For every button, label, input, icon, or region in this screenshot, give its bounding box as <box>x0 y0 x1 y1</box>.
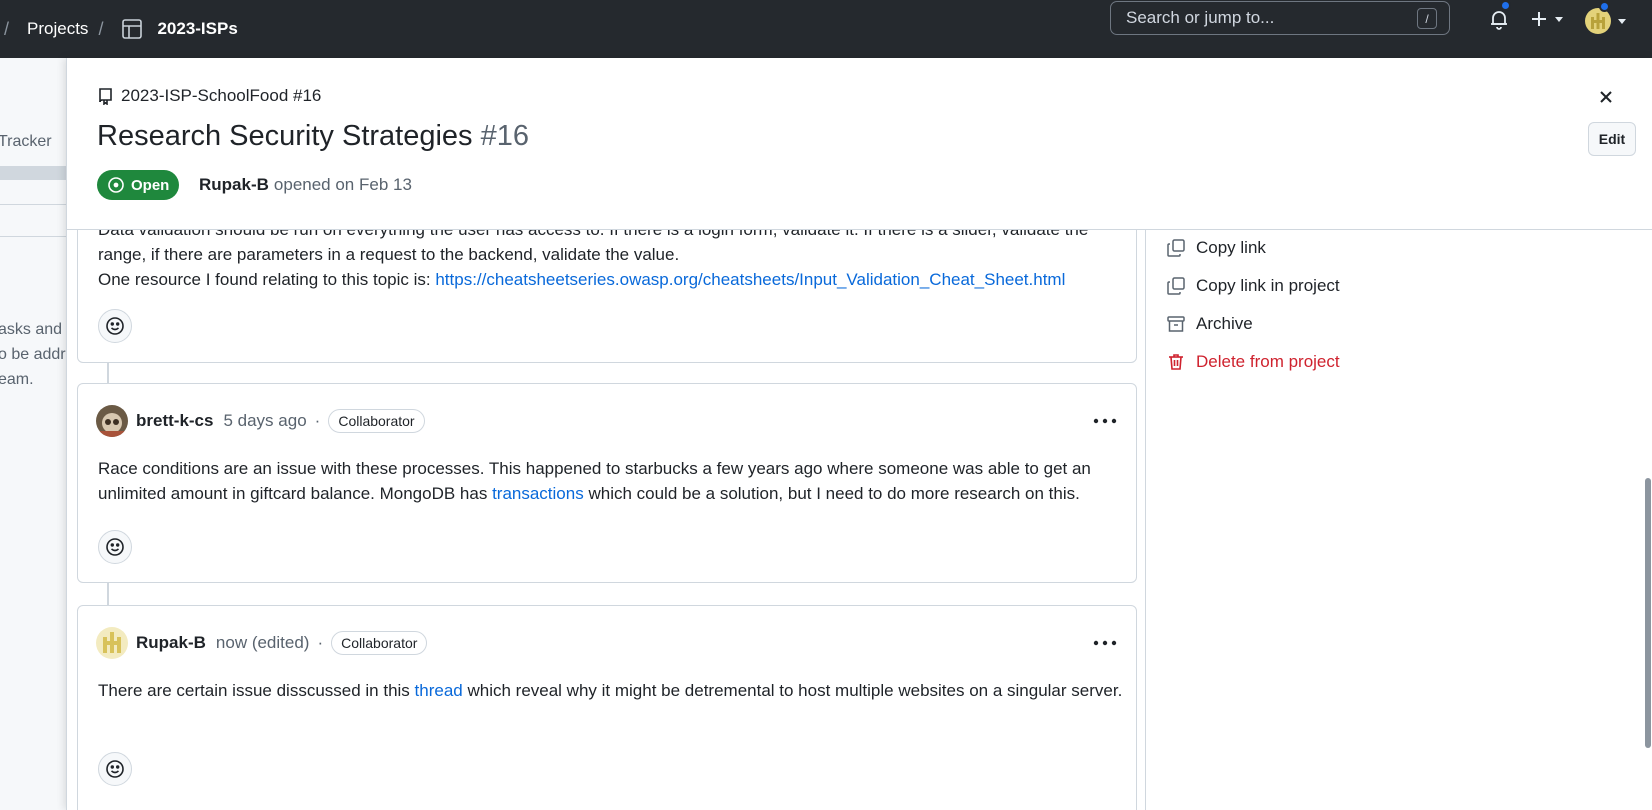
comment-header: brett-k-cs 5 days ago · Collaborator <box>96 404 425 438</box>
trash-icon <box>1169 354 1183 370</box>
add-reaction-button[interactable] <box>98 530 132 564</box>
table-icon <box>121 18 143 40</box>
issue-number: #16 <box>480 120 530 152</box>
comment-card: brett-k-cs 5 days ago · Collaborator Rac… <box>77 383 1137 583</box>
transactions-link[interactable]: transactions <box>492 484 584 503</box>
create-new-button[interactable] <box>1530 4 1564 34</box>
comment-author-avatar[interactable] <box>96 405 128 437</box>
meta-separator: · <box>317 633 324 652</box>
timeline-connector <box>107 583 109 605</box>
close-panel-button[interactable] <box>1597 88 1615 106</box>
edit-title-button[interactable]: Edit <box>1588 122 1636 156</box>
comment-author-avatar[interactable] <box>96 627 128 659</box>
repo-icon <box>99 88 112 105</box>
archive-icon <box>1167 316 1185 332</box>
status-indicator <box>1599 1 1610 12</box>
copy-link-in-project-label: Copy link in project <box>1196 276 1340 295</box>
comment-author-link[interactable]: brett-k-cs <box>136 411 213 431</box>
comment-options-button[interactable] <box>1092 408 1118 434</box>
collaborator-badge: Collaborator <box>328 409 425 433</box>
comment-header: Rupak-B now (edited) · Collaborator <box>96 626 428 660</box>
issue-author-link[interactable]: Rupak-B <box>199 175 269 194</box>
background-text: o be addr <box>0 346 66 363</box>
kebab-horizontal-icon <box>1093 418 1117 424</box>
issue-open-icon <box>108 177 124 193</box>
close-icon <box>1600 91 1612 103</box>
meta-separator: · <box>314 411 321 430</box>
copy-link-in-project-button[interactable]: Copy link in project <box>1166 276 1340 296</box>
copy-icon <box>1167 277 1185 295</box>
comment-body: Race conditions are an issue with these … <box>98 456 1128 506</box>
issue-opened-text: opened on Feb 13 <box>273 175 412 194</box>
breadcrumb-project-link[interactable]: 2023-ISPs <box>157 19 237 39</box>
collaborator-badge: Collaborator <box>331 631 428 655</box>
search-shortcut-key: / <box>1417 8 1437 29</box>
comment-options-button[interactable] <box>1092 630 1118 656</box>
user-avatar <box>1585 1 1611 34</box>
repository-reference[interactable]: 2023-ISP-SchoolFood #16 <box>97 86 321 106</box>
smiley-icon <box>106 317 124 335</box>
kebab-horizontal-icon <box>1093 640 1117 646</box>
breadcrumb-projects-link[interactable]: Projects <box>27 19 88 39</box>
notification-indicator <box>1500 0 1511 11</box>
comment-timestamp[interactable]: 5 days ago <box>223 411 306 431</box>
issue-title: Research Security Strategies #16 <box>97 120 529 153</box>
archive-button[interactable]: Archive <box>1166 314 1253 334</box>
issue-state-label: Open <box>131 176 170 194</box>
smiley-icon <box>106 760 124 778</box>
issue-side-panel: 2023-ISP-SchoolFood #16 Research Securit… <box>66 58 1652 810</box>
issue-header: 2023-ISP-SchoolFood #16 Research Securit… <box>67 58 1652 230</box>
background-text: eam. <box>0 371 34 388</box>
panel-scrollbar[interactable] <box>1645 478 1651 748</box>
background-bar <box>0 166 66 180</box>
issue-opened-meta: Rupak-B opened on Feb 13 <box>199 175 412 195</box>
comment-text: which reveal why it might be detremental… <box>462 681 1123 700</box>
user-menu-button[interactable] <box>1585 1 1627 34</box>
copy-link-label: Copy link <box>1196 238 1266 257</box>
issue-sidebar: Copy link Copy link in project Archive D… <box>1145 230 1652 810</box>
comment-card: Rupak-B now (edited) · Collaborator Ther… <box>77 605 1137 810</box>
background-divider <box>0 204 66 205</box>
search-input[interactable]: Search or jump to... / <box>1110 1 1450 35</box>
background-text: asks and <box>0 321 63 338</box>
copy-link-button[interactable]: Copy link <box>1166 238 1266 258</box>
resource-link[interactable]: https://cheatsheetseries.owasp.org/cheat… <box>435 270 1065 289</box>
archive-label: Archive <box>1196 314 1253 333</box>
comment-body: There are certain issue disscussed in th… <box>98 678 1128 703</box>
delete-from-project-button[interactable]: Delete from project <box>1166 352 1340 372</box>
smiley-icon <box>106 538 124 556</box>
timeline-connector <box>107 363 109 383</box>
repository-issue-ref: 2023-ISP-SchoolFood #16 <box>121 86 322 105</box>
add-reaction-button[interactable] <box>98 752 132 786</box>
breadcrumb-separator: / <box>4 18 10 39</box>
delete-from-project-label: Delete from project <box>1196 352 1340 371</box>
copy-icon <box>1167 239 1185 257</box>
issue-state-badge: Open <box>97 170 179 200</box>
breadcrumb-separator: / <box>98 18 104 39</box>
top-navigation-bar: / Projects / 2023-ISPs Search or jump to… <box>0 0 1652 58</box>
comment-text: which could be a solution, but I need to… <box>583 484 1080 503</box>
caret-down-icon <box>1618 19 1626 24</box>
caret-down-icon <box>1555 17 1563 22</box>
background-page: Tracker asks and o be addr eam. <box>0 58 66 810</box>
add-reaction-button[interactable] <box>98 309 132 343</box>
issue-title-text: Research Security Strategies <box>97 120 473 152</box>
search-placeholder: Search or jump to... <box>1126 8 1275 27</box>
comment-author-link[interactable]: Rupak-B <box>136 633 206 653</box>
notifications-button[interactable] <box>1486 0 1512 32</box>
thread-link[interactable]: thread <box>415 681 463 700</box>
plus-icon <box>1532 12 1546 26</box>
comment-text: There are certain issue disscussed in th… <box>98 681 415 700</box>
background-divider <box>0 236 66 237</box>
comment-timestamp[interactable]: now (edited) <box>216 633 310 653</box>
background-text: Tracker <box>0 133 52 150</box>
comment-text: One resource I found relating to this to… <box>98 270 436 289</box>
